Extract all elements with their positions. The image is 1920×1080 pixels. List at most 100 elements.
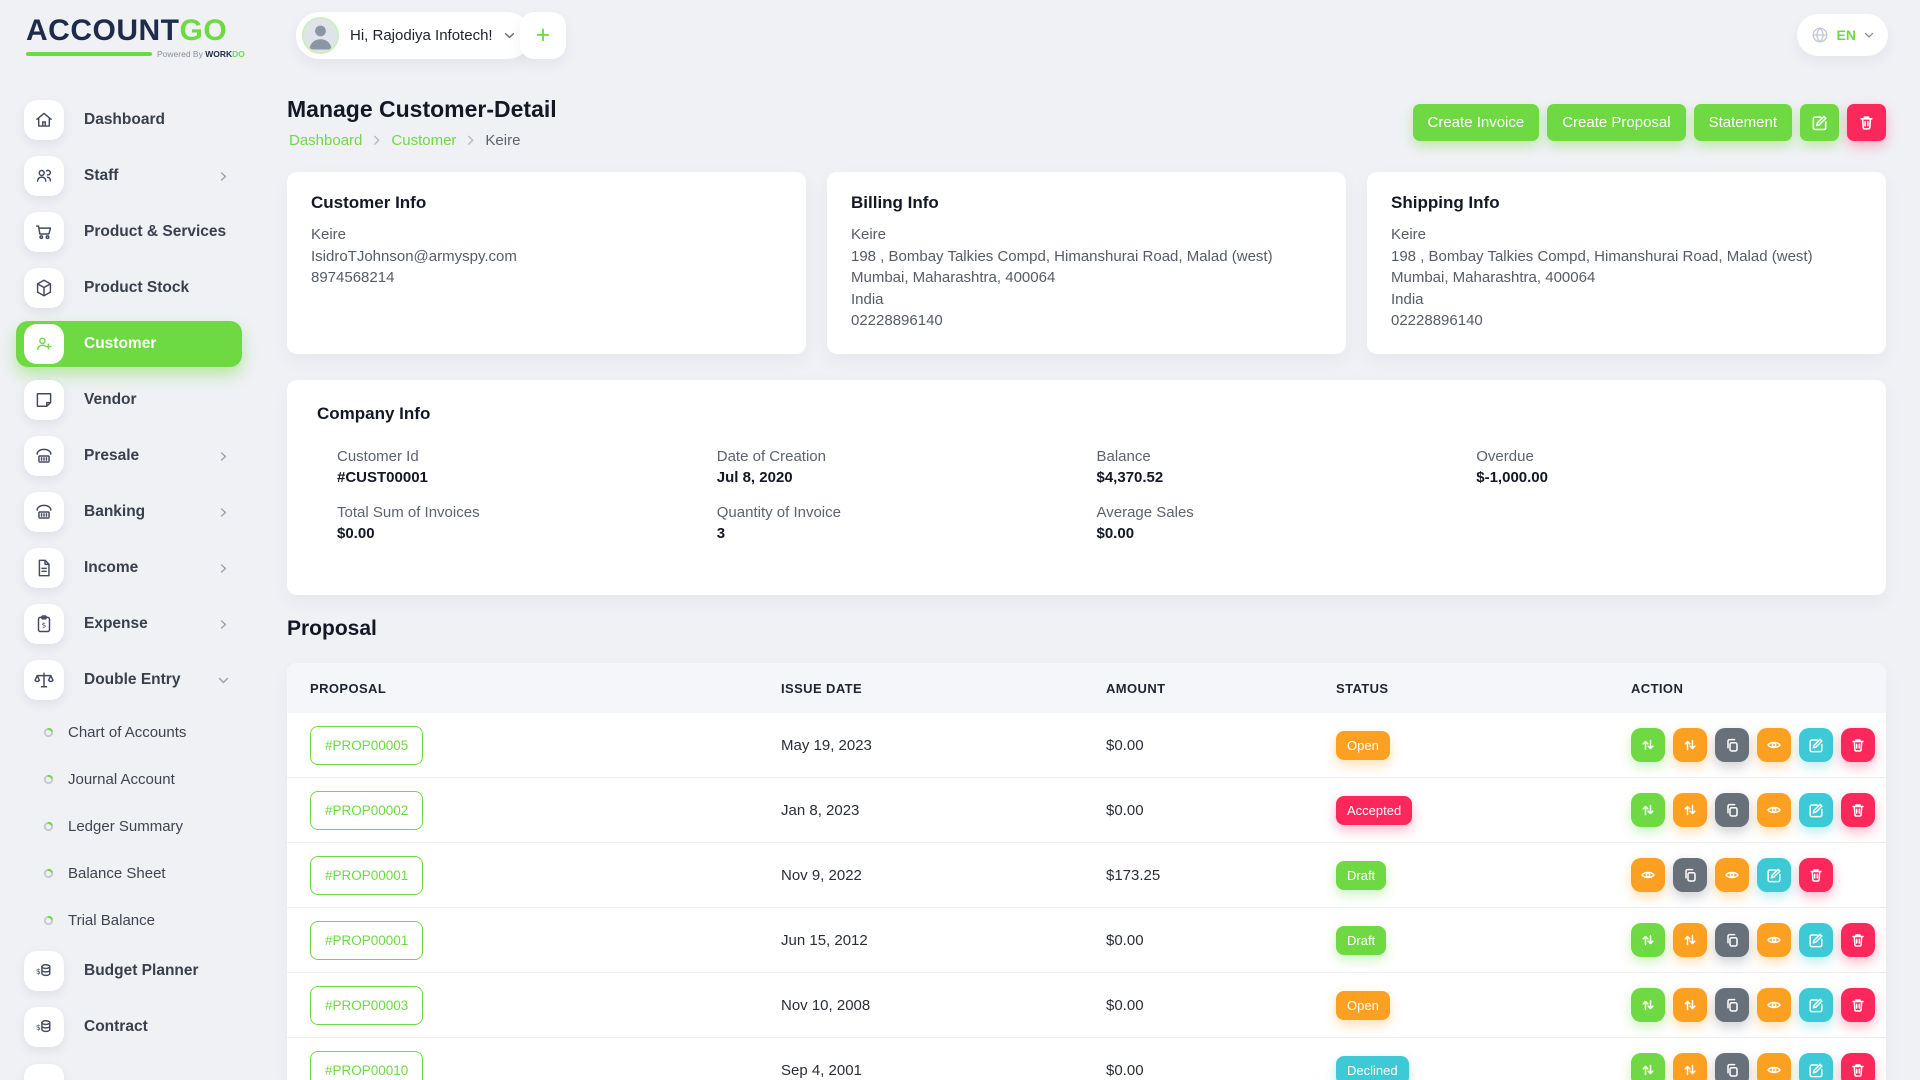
duplicate-button[interactable] <box>1673 988 1707 1022</box>
edit-customer-button[interactable] <box>1800 104 1839 141</box>
issue-date-cell: Nov 9, 2022 <box>781 867 1106 884</box>
company-field-overdue: Overdue $-1,000.00 <box>1476 448 1856 486</box>
swap-arrows-icon <box>1640 1062 1656 1078</box>
edit-button[interactable] <box>1799 728 1833 762</box>
sidebar-item-vendor[interactable]: Vendor <box>16 377 242 423</box>
bank-icon <box>33 501 55 523</box>
convert-button[interactable] <box>1631 793 1665 827</box>
logo-wordmark: ACCOUNTGO <box>26 16 245 46</box>
company-field-average-sales: Average Sales $0.00 <box>1097 504 1477 542</box>
preview-button[interactable] <box>1757 793 1791 827</box>
sidebar-item-budget-planner[interactable]: $ Budget Planner <box>16 948 242 994</box>
delete-button[interactable] <box>1841 793 1875 827</box>
copy-link-button[interactable] <box>1715 1053 1749 1080</box>
edit-icon <box>1808 802 1824 818</box>
statement-button[interactable]: Statement <box>1694 104 1792 141</box>
delete-customer-button[interactable] <box>1847 104 1886 141</box>
delete-button[interactable] <box>1841 988 1875 1022</box>
info-line: 8974568214 <box>311 267 782 289</box>
chevron-right-icon <box>218 451 229 462</box>
convert-button[interactable] <box>1631 988 1665 1022</box>
copy-link-button[interactable] <box>1715 793 1749 827</box>
sidebar-subitem-journal-account[interactable]: Journal Account <box>16 760 262 798</box>
copy-link-button[interactable] <box>1715 923 1749 957</box>
convert-button[interactable] <box>1631 728 1665 762</box>
proposal-number-link[interactable]: #PROP00002 <box>310 791 423 830</box>
status-badge: Draft <box>1336 926 1386 955</box>
edit-button[interactable] <box>1799 923 1833 957</box>
sidebar-item-product-and-services[interactable]: Product & Services <box>16 209 242 255</box>
edit-button[interactable] <box>1799 988 1833 1022</box>
copy-link-button[interactable] <box>1715 728 1749 762</box>
copy-link-button[interactable] <box>1673 858 1707 892</box>
row-actions <box>1631 1053 1886 1080</box>
avatar <box>302 17 339 54</box>
proposal-number-link[interactable]: #PROP00003 <box>310 986 423 1025</box>
sidebar-subitem-chart-of-accounts[interactable]: Chart of Accounts <box>16 713 262 751</box>
sidebar-subitem-ledger-summary[interactable]: Ledger Summary <box>16 807 262 845</box>
trash-icon <box>1850 737 1866 753</box>
convert-button[interactable] <box>1631 1053 1665 1080</box>
edit-button[interactable] <box>1799 1053 1833 1080</box>
duplicate-button[interactable] <box>1673 1053 1707 1080</box>
duplicate-button[interactable] <box>1673 923 1707 957</box>
copy-link-button[interactable] <box>1715 988 1749 1022</box>
amount-cell: $173.25 <box>1106 867 1336 884</box>
chevron-right-icon <box>467 135 474 146</box>
sidebar-item-double-entry[interactable]: Double Entry <box>16 657 242 703</box>
proposal-number-link[interactable]: #PROP00005 <box>310 726 423 765</box>
proposal-number-link[interactable]: #PROP00010 <box>310 1051 423 1080</box>
copy-icon <box>1724 932 1740 948</box>
sidebar-item-label: Income <box>84 559 138 577</box>
sidebar-item-product-stock[interactable]: Product Stock <box>16 265 242 311</box>
amount-cell: $0.00 <box>1106 997 1336 1014</box>
sidebar-subitem-balance-sheet[interactable]: Balance Sheet <box>16 854 262 892</box>
eye-icon <box>1766 997 1782 1013</box>
info-line: 198 , Bombay Talkies Compd, Himanshurai … <box>851 246 1322 268</box>
card-title: Billing Info <box>851 193 1322 213</box>
proposal-table-body: #PROP00005 May 19, 2023 $0.00 Open #PROP… <box>287 713 1886 1080</box>
sidebar-item-presale[interactable]: Presale <box>16 433 242 479</box>
sidebar-item-income[interactable]: Income <box>16 545 242 591</box>
sidebar-item-staff[interactable]: Staff <box>16 153 242 199</box>
view-button[interactable] <box>1631 858 1665 892</box>
delete-button[interactable] <box>1799 858 1833 892</box>
duplicate-button[interactable] <box>1673 728 1707 762</box>
status-badge: Draft <box>1336 861 1386 890</box>
delete-button[interactable] <box>1841 923 1875 957</box>
breadcrumb-customer-link[interactable]: Customer <box>391 132 456 149</box>
language-selector[interactable]: EN <box>1797 14 1888 56</box>
user-menu[interactable]: Hi, Rajodiya Infotech! <box>296 12 531 59</box>
sidebar-item-expense[interactable]: $ Expense <box>16 601 242 647</box>
preview-button[interactable] <box>1757 1053 1791 1080</box>
add-workspace-button[interactable]: + <box>520 12 566 59</box>
create-proposal-button[interactable]: Create Proposal <box>1547 104 1685 141</box>
eye-icon <box>1766 802 1782 818</box>
breadcrumb-dashboard-link[interactable]: Dashboard <box>289 132 362 149</box>
sidebar-subitem-trial-balance[interactable]: Trial Balance <box>16 901 262 939</box>
preview-button[interactable] <box>1715 858 1749 892</box>
duplicate-button[interactable] <box>1673 793 1707 827</box>
proposal-number-link[interactable]: #PROP00001 <box>310 856 423 895</box>
convert-button[interactable] <box>1631 923 1665 957</box>
preview-button[interactable] <box>1757 728 1791 762</box>
sidebar-item-dashboard[interactable]: Dashboard <box>16 97 242 143</box>
preview-button[interactable] <box>1757 988 1791 1022</box>
edit-icon <box>1766 867 1782 883</box>
create-invoice-button[interactable]: Create Invoice <box>1413 104 1540 141</box>
sidebar-item-contract[interactable]: $ Contract <box>16 1004 242 1050</box>
copy-icon <box>1724 1062 1740 1078</box>
status-badge: Open <box>1336 731 1390 760</box>
clipboard-dollar-icon: $ <box>33 613 55 635</box>
sidebar-item-label: Expense <box>84 615 148 633</box>
delete-button[interactable] <box>1841 1053 1875 1080</box>
edit-button[interactable] <box>1799 793 1833 827</box>
delete-button[interactable] <box>1841 728 1875 762</box>
edit-icon <box>1808 737 1824 753</box>
edit-button[interactable] <box>1757 858 1791 892</box>
amount-cell: $0.00 <box>1106 737 1336 754</box>
sidebar-item-customer[interactable]: Customer <box>16 321 242 367</box>
preview-button[interactable] <box>1757 923 1791 957</box>
sidebar-item-banking[interactable]: Banking <box>16 489 242 535</box>
proposal-number-link[interactable]: #PROP00001 <box>310 921 423 960</box>
